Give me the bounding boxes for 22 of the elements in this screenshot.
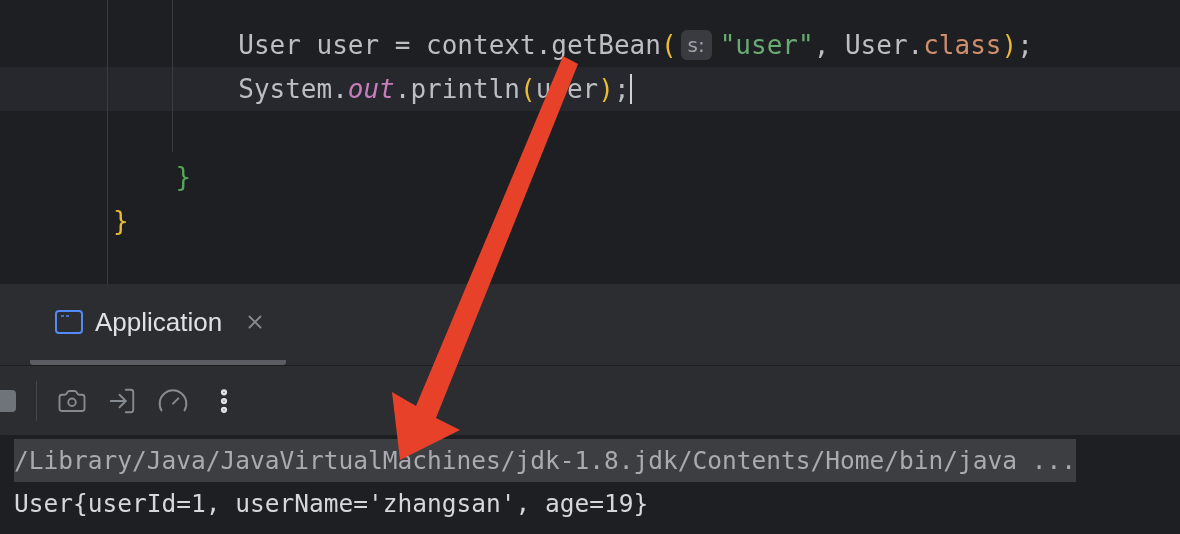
- code-text: , User.: [813, 30, 924, 60]
- text-caret: [629, 74, 632, 104]
- code-bracket: ): [598, 74, 614, 104]
- code-bracket: ): [1001, 30, 1018, 60]
- code-text: System.: [237, 74, 348, 104]
- console-output: User{userId=1, userName='zhangsan', age=19}: [14, 488, 649, 520]
- code-text: out: [347, 74, 395, 104]
- code-bracket: }: [113, 206, 129, 236]
- window-icon: [55, 310, 83, 334]
- code-bracket: (: [660, 30, 677, 60]
- code-text: User user = context.getBean: [237, 30, 661, 60]
- run-tab[interactable]: Application: [30, 284, 287, 365]
- code-text: er: [566, 74, 599, 104]
- code-text: ;: [1017, 30, 1033, 60]
- code-text: .println: [394, 74, 520, 104]
- code-text: ;: [613, 74, 630, 104]
- parameter-hint: s:: [680, 30, 712, 60]
- stop-icon[interactable]: [0, 389, 16, 412]
- code-text: "user": [719, 30, 814, 60]
- code-bracket: (: [520, 74, 536, 104]
- code-bracket: }: [174, 162, 192, 192]
- code-text: class: [923, 30, 1002, 60]
